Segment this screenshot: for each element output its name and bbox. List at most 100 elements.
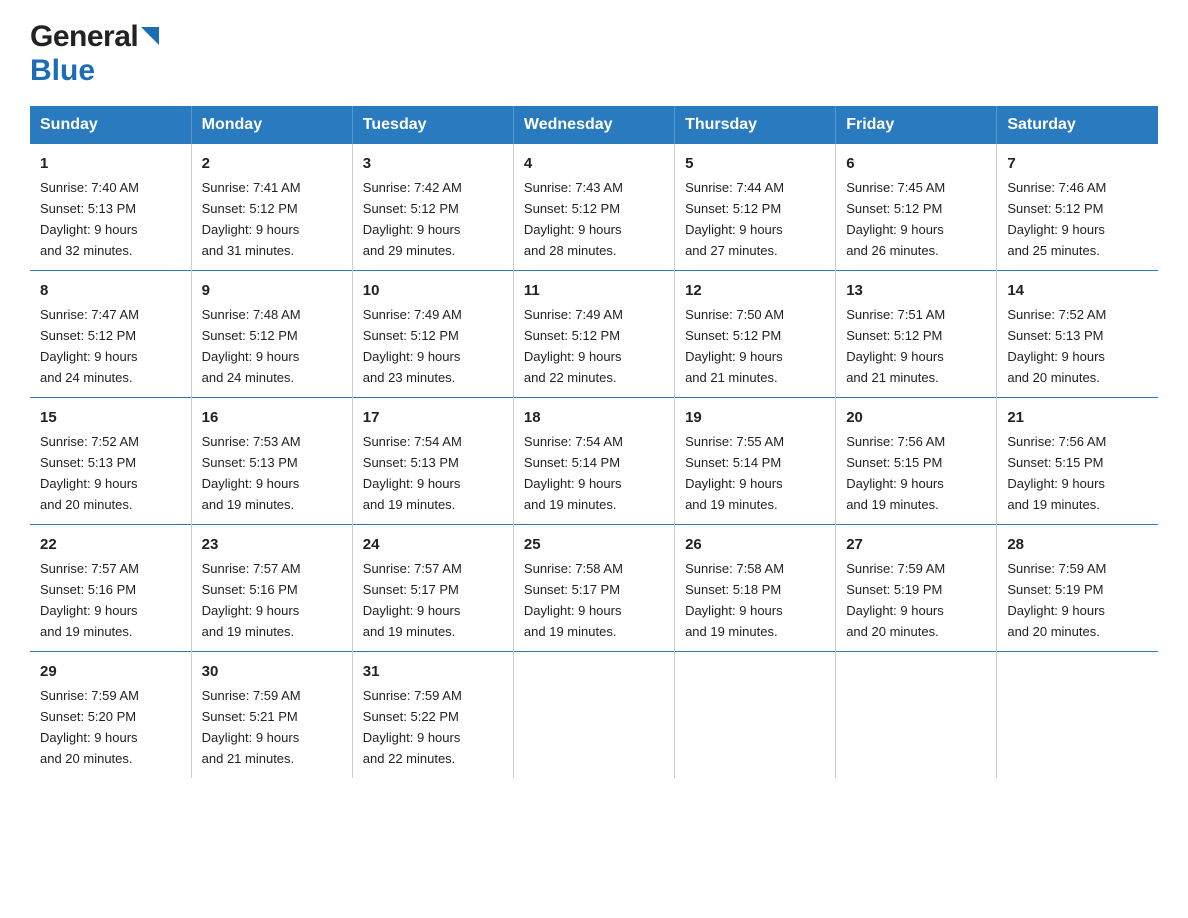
day-info: Sunrise: 7:49 AMSunset: 5:12 PMDaylight:… xyxy=(524,307,623,385)
day-number: 31 xyxy=(363,660,503,683)
day-info: Sunrise: 7:49 AMSunset: 5:12 PMDaylight:… xyxy=(363,307,462,385)
day-info: Sunrise: 7:59 AMSunset: 5:19 PMDaylight:… xyxy=(846,561,945,639)
day-info: Sunrise: 7:56 AMSunset: 5:15 PMDaylight:… xyxy=(1007,434,1106,512)
calendar-cell: 9 Sunrise: 7:48 AMSunset: 5:12 PMDaylight… xyxy=(191,270,352,397)
calendar-cell: 12 Sunrise: 7:50 AMSunset: 5:12 PMDayligh… xyxy=(675,270,836,397)
calendar-cell xyxy=(836,651,997,777)
day-number: 4 xyxy=(524,152,664,175)
calendar-cell: 31 Sunrise: 7:59 AMSunset: 5:22 PMDayligh… xyxy=(352,651,513,777)
day-info: Sunrise: 7:59 AMSunset: 5:20 PMDaylight:… xyxy=(40,688,139,766)
calendar-cell: 20 Sunrise: 7:56 AMSunset: 5:15 PMDayligh… xyxy=(836,397,997,524)
day-number: 27 xyxy=(846,533,986,556)
logo: General Blue xyxy=(30,20,159,88)
day-info: Sunrise: 7:47 AMSunset: 5:12 PMDaylight:… xyxy=(40,307,139,385)
col-header-tuesday: Tuesday xyxy=(352,106,513,144)
day-number: 11 xyxy=(524,279,664,302)
calendar-cell: 13 Sunrise: 7:51 AMSunset: 5:12 PMDayligh… xyxy=(836,270,997,397)
calendar-cell: 10 Sunrise: 7:49 AMSunset: 5:12 PMDayligh… xyxy=(352,270,513,397)
day-info: Sunrise: 7:40 AMSunset: 5:13 PMDaylight:… xyxy=(40,180,139,258)
day-number: 2 xyxy=(202,152,342,175)
calendar-cell: 24 Sunrise: 7:57 AMSunset: 5:17 PMDayligh… xyxy=(352,524,513,651)
calendar-cell: 27 Sunrise: 7:59 AMSunset: 5:19 PMDayligh… xyxy=(836,524,997,651)
day-info: Sunrise: 7:57 AMSunset: 5:17 PMDaylight:… xyxy=(363,561,462,639)
day-info: Sunrise: 7:54 AMSunset: 5:13 PMDaylight:… xyxy=(363,434,462,512)
day-info: Sunrise: 7:54 AMSunset: 5:14 PMDaylight:… xyxy=(524,434,623,512)
day-number: 12 xyxy=(685,279,825,302)
calendar-cell: 23 Sunrise: 7:57 AMSunset: 5:16 PMDayligh… xyxy=(191,524,352,651)
col-header-thursday: Thursday xyxy=(675,106,836,144)
calendar-cell xyxy=(675,651,836,777)
day-number: 3 xyxy=(363,152,503,175)
calendar-cell: 18 Sunrise: 7:54 AMSunset: 5:14 PMDayligh… xyxy=(513,397,674,524)
week-row-3: 15Sunrise: 7:52 AMSunset: 5:13 PMDayligh… xyxy=(30,397,1158,524)
day-info: Sunrise: 7:57 AMSunset: 5:16 PMDaylight:… xyxy=(202,561,301,639)
calendar-cell: 30Sunrise: 7:59 AMSunset: 5:21 PMDayligh… xyxy=(191,651,352,777)
day-number: 24 xyxy=(363,533,503,556)
day-number: 19 xyxy=(685,406,825,429)
col-header-wednesday: Wednesday xyxy=(513,106,674,144)
col-header-monday: Monday xyxy=(191,106,352,144)
calendar-cell: 22 Sunrise: 7:57 AMSunset: 5:16 PMDayligh… xyxy=(30,524,191,651)
calendar-cell: 21 Sunrise: 7:56 AMSunset: 5:15 PMDayligh… xyxy=(997,397,1158,524)
calendar-cell: 28 Sunrise: 7:59 AMSunset: 5:19 PMDayligh… xyxy=(997,524,1158,651)
week-row-4: 22 Sunrise: 7:57 AMSunset: 5:16 PMDayligh… xyxy=(30,524,1158,651)
col-header-sunday: Sunday xyxy=(30,106,191,144)
day-number: 15 xyxy=(40,406,181,429)
day-info: Sunrise: 7:44 AMSunset: 5:12 PMDaylight:… xyxy=(685,180,784,258)
calendar-cell: 3 Sunrise: 7:42 AMSunset: 5:12 PMDaylight… xyxy=(352,144,513,270)
day-number: 28 xyxy=(1007,533,1148,556)
calendar-cell: 26 Sunrise: 7:58 AMSunset: 5:18 PMDayligh… xyxy=(675,524,836,651)
calendar-cell: 7Sunrise: 7:46 AMSunset: 5:12 PMDaylight… xyxy=(997,144,1158,270)
day-info: Sunrise: 7:43 AMSunset: 5:12 PMDaylight:… xyxy=(524,180,623,258)
day-number: 5 xyxy=(685,152,825,175)
day-number: 21 xyxy=(1007,406,1148,429)
day-info: Sunrise: 7:50 AMSunset: 5:12 PMDaylight:… xyxy=(685,307,784,385)
day-number: 9 xyxy=(202,279,342,302)
day-number: 26 xyxy=(685,533,825,556)
week-row-5: 29Sunrise: 7:59 AMSunset: 5:20 PMDayligh… xyxy=(30,651,1158,777)
day-number: 6 xyxy=(846,152,986,175)
calendar-cell xyxy=(997,651,1158,777)
day-number: 20 xyxy=(846,406,986,429)
day-number: 13 xyxy=(846,279,986,302)
day-info: Sunrise: 7:58 AMSunset: 5:18 PMDaylight:… xyxy=(685,561,784,639)
day-number: 18 xyxy=(524,406,664,429)
calendar-cell: 11 Sunrise: 7:49 AMSunset: 5:12 PMDayligh… xyxy=(513,270,674,397)
calendar-cell: 1 Sunrise: 7:40 AMSunset: 5:13 PMDaylight… xyxy=(30,144,191,270)
day-number: 25 xyxy=(524,533,664,556)
day-number: 8 xyxy=(40,279,181,302)
logo-general-text: General xyxy=(30,20,138,54)
day-number: 23 xyxy=(202,533,342,556)
day-info: Sunrise: 7:53 AMSunset: 5:13 PMDaylight:… xyxy=(202,434,301,512)
day-info: Sunrise: 7:57 AMSunset: 5:16 PMDaylight:… xyxy=(40,561,139,639)
day-number: 22 xyxy=(40,533,181,556)
logo-blue-text: Blue xyxy=(30,54,95,87)
calendar-table: SundayMondayTuesdayWednesdayThursdayFrid… xyxy=(30,106,1158,778)
week-row-2: 8 Sunrise: 7:47 AMSunset: 5:12 PMDaylight… xyxy=(30,270,1158,397)
day-info: Sunrise: 7:55 AMSunset: 5:14 PMDaylight:… xyxy=(685,434,784,512)
calendar-cell: 19 Sunrise: 7:55 AMSunset: 5:14 PMDayligh… xyxy=(675,397,836,524)
day-info: Sunrise: 7:59 AMSunset: 5:21 PMDaylight:… xyxy=(202,688,301,766)
day-info: Sunrise: 7:59 AMSunset: 5:22 PMDaylight:… xyxy=(363,688,462,766)
calendar-cell: 2Sunrise: 7:41 AMSunset: 5:12 PMDaylight… xyxy=(191,144,352,270)
day-number: 1 xyxy=(40,152,181,175)
calendar-cell: 15Sunrise: 7:52 AMSunset: 5:13 PMDayligh… xyxy=(30,397,191,524)
calendar-cell: 17Sunrise: 7:54 AMSunset: 5:13 PMDayligh… xyxy=(352,397,513,524)
day-info: Sunrise: 7:45 AMSunset: 5:12 PMDaylight:… xyxy=(846,180,945,258)
calendar-cell: 5 Sunrise: 7:44 AMSunset: 5:12 PMDaylight… xyxy=(675,144,836,270)
calendar-header-row: SundayMondayTuesdayWednesdayThursdayFrid… xyxy=(30,106,1158,144)
day-number: 7 xyxy=(1007,152,1148,175)
day-info: Sunrise: 7:59 AMSunset: 5:19 PMDaylight:… xyxy=(1007,561,1106,639)
day-number: 16 xyxy=(202,406,342,429)
week-row-1: 1 Sunrise: 7:40 AMSunset: 5:13 PMDaylight… xyxy=(30,144,1158,270)
day-info: Sunrise: 7:58 AMSunset: 5:17 PMDaylight:… xyxy=(524,561,623,639)
calendar-cell xyxy=(513,651,674,777)
day-info: Sunrise: 7:42 AMSunset: 5:12 PMDaylight:… xyxy=(363,180,462,258)
calendar-cell: 16 Sunrise: 7:53 AMSunset: 5:13 PMDayligh… xyxy=(191,397,352,524)
day-info: Sunrise: 7:56 AMSunset: 5:15 PMDaylight:… xyxy=(846,434,945,512)
day-info: Sunrise: 7:48 AMSunset: 5:12 PMDaylight:… xyxy=(202,307,301,385)
calendar-cell: 6 Sunrise: 7:45 AMSunset: 5:12 PMDaylight… xyxy=(836,144,997,270)
day-number: 10 xyxy=(363,279,503,302)
calendar-cell: 14Sunrise: 7:52 AMSunset: 5:13 PMDayligh… xyxy=(997,270,1158,397)
day-info: Sunrise: 7:51 AMSunset: 5:12 PMDaylight:… xyxy=(846,307,945,385)
